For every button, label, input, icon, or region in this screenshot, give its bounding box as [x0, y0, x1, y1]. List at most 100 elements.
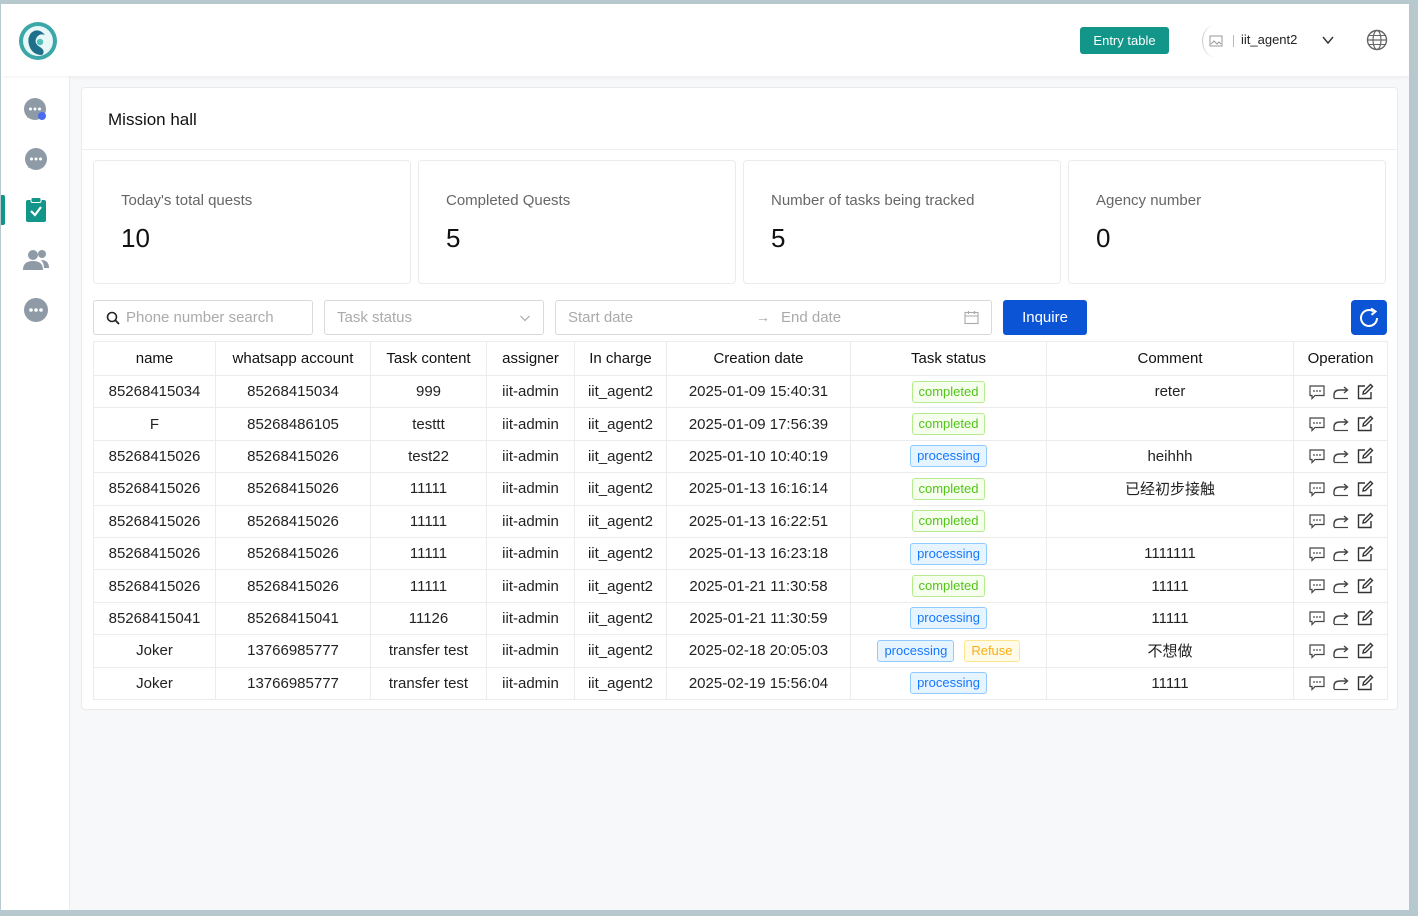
- column-header-creation-date[interactable]: Creation date: [666, 341, 851, 376]
- chevron-down-icon[interactable]: [1321, 33, 1335, 47]
- comment-icon[interactable]: [1308, 642, 1326, 660]
- cell-creation-date: 2025-01-21 11:30:58: [666, 569, 851, 603]
- edit-icon[interactable]: [1356, 545, 1374, 563]
- cell-task-content: transfer test: [370, 666, 487, 700]
- status-badge-processing: processing: [910, 445, 987, 468]
- column-header-task-status[interactable]: Task status: [850, 341, 1047, 376]
- cell-creation-date: 2025-02-18 20:05:03: [666, 634, 851, 668]
- start-date-input[interactable]: Start date: [568, 309, 633, 326]
- app-logo[interactable]: [18, 21, 58, 61]
- inquire-button[interactable]: Inquire: [1003, 300, 1087, 335]
- comment-icon[interactable]: [1308, 674, 1326, 692]
- column-header-assigner[interactable]: assigner: [486, 341, 575, 376]
- username[interactable]: iit_agent2: [1241, 32, 1297, 47]
- column-header-comment[interactable]: Comment: [1046, 341, 1294, 376]
- column-header-task-content[interactable]: Task content: [370, 341, 487, 376]
- comment-icon[interactable]: [1308, 447, 1326, 465]
- edit-icon[interactable]: [1356, 577, 1374, 595]
- cell-operation: [1293, 439, 1388, 474]
- entry-table-button[interactable]: Entry table: [1080, 27, 1169, 54]
- table-row[interactable]: 85268415026 85268415026 11111 iit-admin …: [93, 569, 1388, 603]
- edit-icon[interactable]: [1356, 383, 1374, 401]
- edit-icon[interactable]: [1356, 415, 1374, 433]
- transfer-icon[interactable]: [1332, 545, 1350, 563]
- sidebar-item-chat[interactable]: [1, 140, 70, 180]
- cell-task-status: completed: [850, 472, 1047, 506]
- table-row[interactable]: 85268415034 85268415034 999 iit-admin ii…: [93, 374, 1388, 409]
- transfer-icon[interactable]: [1332, 480, 1350, 498]
- cell-assigner: iit-admin: [486, 634, 575, 668]
- transfer-icon[interactable]: [1332, 415, 1350, 433]
- transfer-icon[interactable]: [1332, 512, 1350, 530]
- comment-icon[interactable]: [1308, 545, 1326, 563]
- cell-task-content: testtt: [370, 407, 487, 441]
- cell-whatsapp-account: 85268415041: [215, 601, 371, 636]
- comment-icon[interactable]: [1308, 512, 1326, 530]
- stat-value: 5: [446, 223, 461, 253]
- comment-icon[interactable]: [1308, 383, 1326, 401]
- table-row[interactable]: Joker 13766985777 transfer test iit-admi…: [93, 634, 1388, 668]
- cell-name: 85268415041: [93, 601, 216, 636]
- edit-icon[interactable]: [1356, 447, 1374, 465]
- cell-task-content: 11111: [370, 504, 487, 538]
- end-date-input[interactable]: End date: [781, 309, 841, 326]
- cell-name: F: [93, 407, 216, 441]
- transfer-icon[interactable]: [1332, 642, 1350, 660]
- user-avatar[interactable]: [1202, 25, 1228, 57]
- transfer-icon[interactable]: [1332, 577, 1350, 595]
- table-row[interactable]: Joker 13766985777 transfer test iit-admi…: [93, 666, 1388, 700]
- sidebar-item-users[interactable]: [1, 240, 70, 280]
- cell-task-status: processing: [850, 536, 1047, 571]
- transfer-icon[interactable]: [1332, 447, 1350, 465]
- table-row[interactable]: 85268415041 85268415041 11126 iit-admin …: [93, 601, 1388, 636]
- transfer-icon[interactable]: [1332, 609, 1350, 627]
- cell-in-charge: iit_agent2: [574, 374, 667, 409]
- table-row[interactable]: 85268415026 85268415026 11111 iit-admin …: [93, 504, 1388, 538]
- cell-task-content: 11111: [370, 536, 487, 571]
- edit-icon[interactable]: [1356, 642, 1374, 660]
- cell-assigner: iit-admin: [486, 569, 575, 603]
- cell-in-charge: iit_agent2: [574, 666, 667, 700]
- cell-whatsapp-account: 85268415026: [215, 536, 371, 571]
- transfer-icon[interactable]: [1332, 674, 1350, 692]
- cell-operation: [1293, 666, 1388, 700]
- stat-card-tracked-tasks: Number of tasks being tracked 5: [743, 160, 1061, 284]
- chat-agent-icon: [23, 98, 46, 120]
- edit-icon[interactable]: [1356, 480, 1374, 498]
- edit-icon[interactable]: [1356, 674, 1374, 692]
- comment-icon[interactable]: [1308, 415, 1326, 433]
- stat-value: 10: [121, 223, 150, 253]
- sidebar-item-agent-chat[interactable]: [1, 90, 70, 130]
- edit-icon[interactable]: [1356, 609, 1374, 627]
- column-header-in-charge[interactable]: In charge: [574, 341, 667, 376]
- sidebar-item-tasks[interactable]: [1, 190, 70, 230]
- transfer-icon[interactable]: [1332, 383, 1350, 401]
- comment-icon[interactable]: [1308, 480, 1326, 498]
- status-badge-processing: processing: [910, 542, 987, 565]
- sidebar-item-more[interactable]: [1, 290, 70, 330]
- table-row[interactable]: 85268415026 85268415026 11111 iit-admin …: [93, 536, 1388, 571]
- comment-icon[interactable]: [1308, 577, 1326, 595]
- cell-in-charge: iit_agent2: [574, 601, 667, 636]
- table-row[interactable]: F 85268486105 testtt iit-admin iit_agent…: [93, 407, 1388, 441]
- comment-icon[interactable]: [1308, 609, 1326, 627]
- cell-task-content: 11111: [370, 472, 487, 506]
- phone-search-input[interactable]: [126, 309, 306, 326]
- edit-icon[interactable]: [1356, 512, 1374, 530]
- table-row[interactable]: 85268415026 85268415026 11111 iit-admin …: [93, 472, 1388, 506]
- task-status-select[interactable]: Task status: [324, 300, 544, 335]
- table-row[interactable]: 85268415026 85268415026 test22 iit-admin…: [93, 439, 1388, 474]
- app-window: Entry table iit_agent2 Mission hall Toda…: [1, 4, 1409, 910]
- column-header-name[interactable]: name: [93, 341, 216, 376]
- column-header-whatsapp[interactable]: whatsapp account: [215, 341, 371, 376]
- column-header-operation[interactable]: Operation: [1293, 341, 1388, 376]
- stat-value: 0: [1096, 223, 1111, 253]
- cell-operation: [1293, 374, 1388, 409]
- cell-name: 85268415034: [93, 374, 216, 409]
- status-badge-completed: completed: [911, 413, 986, 436]
- refresh-button[interactable]: [1351, 300, 1387, 335]
- stat-label: Today's total quests: [121, 192, 253, 209]
- top-header: Entry table iit_agent2: [1, 4, 1409, 76]
- row-operations: [1295, 577, 1387, 595]
- globe-icon[interactable]: [1366, 29, 1388, 51]
